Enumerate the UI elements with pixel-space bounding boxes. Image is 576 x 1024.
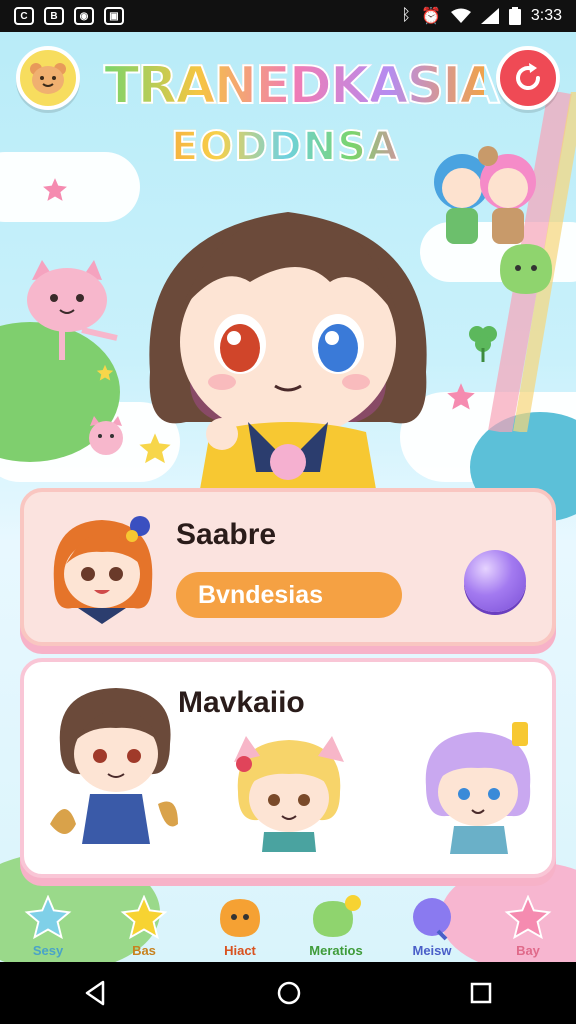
character-avatar-lavender[interactable] <box>416 722 546 854</box>
chibi-duo-decoration <box>434 146 536 244</box>
clover-icon <box>469 326 497 362</box>
refresh-icon <box>516 63 541 91</box>
app-title-line2: EODDNSA <box>150 123 420 171</box>
featured-character-card[interactable]: Saabre Bvndesias <box>20 488 556 646</box>
star-decoration-icon <box>447 383 475 410</box>
battery-icon <box>508 7 521 25</box>
system-navigation-bar <box>0 962 576 1024</box>
green-blob-icon <box>313 895 361 937</box>
nav-item-bas[interactable]: Bas <box>99 895 189 958</box>
recents-icon[interactable] <box>469 981 493 1005</box>
status-time: 3:33 <box>530 7 562 24</box>
signal-icon <box>480 8 499 24</box>
app-screen: TRANEDKASIA EODDNSA Saabre Bvndesias Mav… <box>0 32 576 962</box>
star-pink-icon <box>504 895 552 940</box>
character-avatar-blonde[interactable] <box>224 732 354 852</box>
bottom-navigation: Sesy Bas Hiact Meratios Meisw Bay <box>0 888 576 962</box>
profile-button[interactable] <box>16 46 80 110</box>
character-avatar-orange <box>53 516 153 624</box>
nav-label: Bay <box>516 943 540 958</box>
notification-icon-3: ◉ <box>74 7 94 25</box>
nav-item-bay[interactable]: Bay <box>483 895 573 958</box>
nav-label: Bas <box>132 943 156 958</box>
nav-label: Hiact <box>224 943 256 958</box>
pink-cat-mascot <box>27 260 118 360</box>
nav-label: Sesy <box>32 943 64 958</box>
star-decoration-icon <box>43 178 67 201</box>
app-title-line1: TRANEDKASIA <box>103 55 501 117</box>
orange-blob-icon <box>220 899 260 937</box>
purple-orb-icon[interactable] <box>464 550 526 612</box>
refresh-button[interactable] <box>496 46 560 110</box>
bear-face-icon <box>30 63 66 94</box>
status-bar: C B ◉ ▣ ᛒ ⏰ 3:33 <box>0 0 576 32</box>
star-yellow-icon <box>120 895 168 940</box>
alarm-icon: ⏰ <box>420 8 441 25</box>
cloud <box>0 152 140 222</box>
roster-title: Mavkaiio <box>178 686 305 719</box>
featured-character-name: Saabre <box>176 518 277 551</box>
featured-character-tag-button[interactable]: Bvndesias <box>176 572 402 618</box>
nav-label: Meratios <box>309 943 363 958</box>
purple-blob-icon <box>413 898 451 941</box>
nav-label: Meisw <box>412 943 452 958</box>
small-pink-cat <box>89 416 123 455</box>
nav-item-sesy[interactable]: Sesy <box>3 895 93 958</box>
back-icon[interactable] <box>83 980 109 1006</box>
status-right-icons: ᛒ ⏰ 3:33 <box>401 6 562 26</box>
bluetooth-icon: ᛒ <box>401 7 411 24</box>
nav-item-meratios[interactable]: Meratios <box>291 893 381 958</box>
character-roster-card[interactable]: Mavkaiio <box>20 658 556 878</box>
green-blob-mascot <box>500 244 552 294</box>
status-left-icons: C B ◉ ▣ <box>14 7 124 25</box>
star-blue-icon <box>24 895 72 940</box>
hero-character <box>149 212 427 512</box>
home-icon[interactable] <box>276 980 302 1006</box>
wifi-icon <box>450 8 471 23</box>
notification-icon-4: ▣ <box>104 7 124 25</box>
notification-icon-2: B <box>44 7 64 25</box>
notification-icon-1: C <box>14 7 34 25</box>
character-avatar-brown[interactable] <box>46 684 186 854</box>
nav-item-meisw[interactable]: Meisw <box>387 895 477 958</box>
nav-item-hiact[interactable]: Hiact <box>195 895 285 958</box>
